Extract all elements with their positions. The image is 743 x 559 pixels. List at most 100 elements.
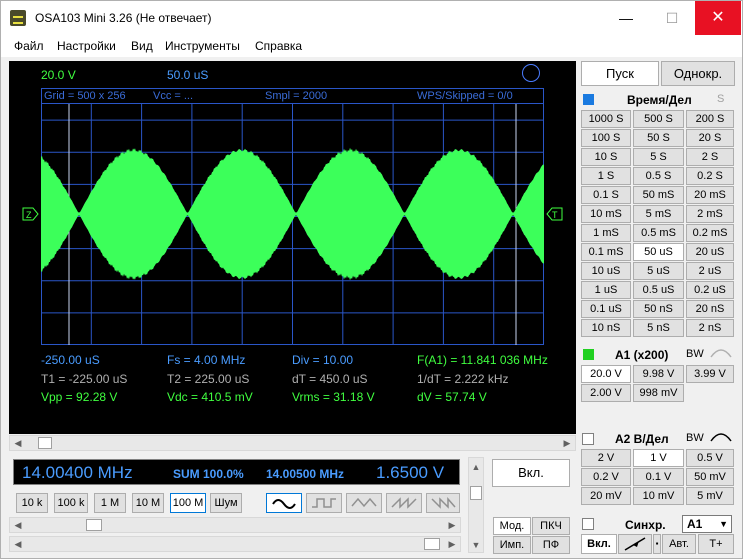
- time-div-button[interactable]: 100 S: [581, 129, 631, 147]
- a2-volt-div-button[interactable]: 5 mV: [686, 487, 734, 505]
- a2-volt-div-button[interactable]: 50 mV: [686, 468, 734, 486]
- a1-bw-icon[interactable]: [710, 349, 732, 359]
- a1-volt-div-button[interactable]: 2.00 V: [581, 384, 631, 402]
- time-div-button[interactable]: 0.2 mS: [686, 224, 734, 242]
- ampl-scroll-thumb[interactable]: [424, 538, 440, 550]
- ampl-scrollbar[interactable]: ◀ ▶: [9, 536, 461, 552]
- time-div-button[interactable]: 0.1 uS: [581, 300, 631, 318]
- time-div-button[interactable]: 2 mS: [686, 205, 734, 223]
- time-div-button[interactable]: 0.5 uS: [633, 281, 684, 299]
- single-shot-button[interactable]: Однокр.: [661, 61, 735, 86]
- freq-scroll-left-icon[interactable]: ◀: [10, 518, 26, 532]
- ampl-scroll-left-icon[interactable]: ◀: [10, 537, 26, 551]
- menu-view[interactable]: Вид: [131, 39, 153, 53]
- minimize-button[interactable]: —: [603, 1, 649, 35]
- time-div-button[interactable]: 10 nS: [581, 319, 631, 337]
- time-div-button[interactable]: 5 nS: [633, 319, 684, 337]
- freq-scroll-right-icon[interactable]: ▶: [444, 518, 460, 532]
- sync-edge-button[interactable]: [618, 534, 652, 554]
- wave-saw-down-button[interactable]: [426, 493, 460, 513]
- a2-volt-div-button[interactable]: 0.1 V: [633, 468, 684, 486]
- sync-channel-select[interactable]: A1 ▼: [682, 515, 732, 533]
- maximize-button[interactable]: ☐: [649, 1, 695, 35]
- time-div-button[interactable]: 0.2 S: [686, 167, 734, 185]
- step-100k-button[interactable]: 100 k: [54, 493, 88, 513]
- a1-volt-div-button[interactable]: 20.0 V: [581, 365, 631, 383]
- scroll-thumb[interactable]: [38, 437, 52, 449]
- time-div-button[interactable]: 50 nS: [633, 300, 684, 318]
- time-div-button[interactable]: 50 S: [633, 129, 684, 147]
- pf-button[interactable]: ПФ: [532, 536, 570, 554]
- freq-scrollbar[interactable]: ◀ ▶: [9, 517, 461, 533]
- time-div-button[interactable]: 0.5 mS: [633, 224, 684, 242]
- time-div-button[interactable]: 20 uS: [686, 243, 734, 261]
- step-10m-button[interactable]: 10 M: [132, 493, 164, 513]
- vscroll-thumb[interactable]: [470, 486, 482, 500]
- time-div-button[interactable]: 5 mS: [633, 205, 684, 223]
- wave-sine-button[interactable]: [266, 493, 302, 513]
- step-10k-button[interactable]: 10 k: [16, 493, 48, 513]
- time-div-button[interactable]: 1000 S: [581, 110, 631, 128]
- time-div-button[interactable]: 20 mS: [686, 186, 734, 204]
- time-div-button[interactable]: 2 S: [686, 148, 734, 166]
- wave-square-button[interactable]: [306, 493, 342, 513]
- scope-display[interactable]: 20.0 V 50.0 uS Grid = 500 x 256 Vcc = ..…: [9, 61, 576, 434]
- time-div-button[interactable]: 0.5 S: [633, 167, 684, 185]
- scope-horizontal-scrollbar[interactable]: ◀ ▶: [9, 435, 576, 451]
- sync-on-button[interactable]: Вкл.: [581, 534, 617, 554]
- noise-button[interactable]: Шум: [210, 493, 242, 513]
- step-1m-button[interactable]: 1 M: [94, 493, 126, 513]
- time-div-button[interactable]: 10 uS: [581, 262, 631, 280]
- time-div-button[interactable]: 20 S: [686, 129, 734, 147]
- wave-triangle-button[interactable]: [346, 493, 382, 513]
- time-div-button[interactable]: 20 nS: [686, 300, 734, 318]
- a2-volt-div-button[interactable]: 20 mV: [581, 487, 631, 505]
- time-div-button[interactable]: 1 S: [581, 167, 631, 185]
- scroll-left-icon[interactable]: ◀: [10, 436, 26, 450]
- a1-volt-div-button[interactable]: 998 mV: [633, 384, 684, 402]
- menu-tools[interactable]: Инструменты: [165, 39, 240, 53]
- a2-bw-icon[interactable]: [710, 433, 732, 443]
- generator-vertical-scrollbar[interactable]: ▲ ▼: [468, 457, 484, 553]
- a2-volt-div-button[interactable]: 0.5 V: [686, 449, 734, 467]
- start-button[interactable]: Пуск: [581, 61, 659, 86]
- a2-checkbox[interactable]: [582, 433, 594, 445]
- time-div-button[interactable]: 1 mS: [581, 224, 631, 242]
- ampl-scroll-right-icon[interactable]: ▶: [444, 537, 460, 551]
- a1-volt-div-button[interactable]: 9.98 V: [633, 365, 684, 383]
- a1-volt-div-button[interactable]: 3.99 V: [686, 365, 734, 383]
- time-div-button[interactable]: 10 S: [581, 148, 631, 166]
- time-div-button[interactable]: 2 uS: [686, 262, 734, 280]
- mod-button[interactable]: Мод.: [493, 517, 531, 535]
- menu-settings[interactable]: Настройки: [57, 39, 116, 53]
- sync-checkbox[interactable]: [582, 518, 594, 530]
- freq-scroll-thumb[interactable]: [86, 519, 102, 531]
- sync-tplus-button[interactable]: T+: [698, 534, 734, 554]
- generator-on-button[interactable]: Вкл.: [492, 459, 570, 487]
- sync-auto-button[interactable]: Авт.: [662, 534, 696, 554]
- time-div-button[interactable]: 10 mS: [581, 205, 631, 223]
- time-div-button[interactable]: 0.1 S: [581, 186, 631, 204]
- imp-button[interactable]: Имп.: [493, 536, 531, 554]
- time-div-button[interactable]: 200 S: [686, 110, 734, 128]
- time-div-button[interactable]: 1 uS: [581, 281, 631, 299]
- time-div-button[interactable]: 50 uS: [633, 243, 684, 261]
- menu-file[interactable]: Файл: [14, 39, 44, 53]
- time-div-button[interactable]: 0.2 uS: [686, 281, 734, 299]
- time-div-button[interactable]: 500 S: [633, 110, 684, 128]
- wave-saw-up-button[interactable]: [386, 493, 422, 513]
- pkch-button[interactable]: ПКЧ: [532, 517, 570, 535]
- time-div-button[interactable]: 5 uS: [633, 262, 684, 280]
- time-div-button[interactable]: 2 nS: [686, 319, 734, 337]
- scroll-up-icon[interactable]: ▲: [469, 460, 483, 474]
- a2-volt-div-button[interactable]: 2 V: [581, 449, 631, 467]
- scroll-down-icon[interactable]: ▼: [469, 538, 483, 552]
- step-100m-button[interactable]: 100 M: [170, 493, 206, 513]
- a2-volt-div-button[interactable]: 1 V: [633, 449, 684, 467]
- close-button[interactable]: ✕: [695, 1, 741, 35]
- scroll-right-icon[interactable]: ▶: [559, 436, 575, 450]
- sync-small-icon[interactable]: ▪: [653, 534, 661, 554]
- time-div-button[interactable]: 5 S: [633, 148, 684, 166]
- a2-volt-div-button[interactable]: 0.2 V: [581, 468, 631, 486]
- time-div-button[interactable]: 50 mS: [633, 186, 684, 204]
